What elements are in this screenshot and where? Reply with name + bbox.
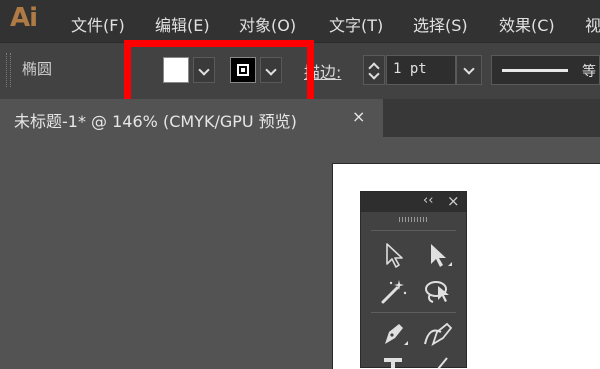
menu-effect[interactable]: 效果(C) (499, 12, 555, 36)
document-tab-bar: 未标题-1* @ 146% (CMYK/GPU 预览) × (0, 99, 600, 137)
selection-icon[interactable] (421, 240, 455, 272)
collapse-icon[interactable]: ‹‹ (423, 193, 433, 208)
current-tool-name: 椭圆 (22, 60, 53, 78)
lasso-icon[interactable] (421, 276, 455, 308)
line-segment-icon[interactable] (421, 354, 455, 368)
magic-wand-icon[interactable] (377, 276, 411, 308)
curvature-icon[interactable] (421, 318, 455, 350)
divider (371, 230, 456, 231)
stroke-weight-input[interactable]: 1 pt (386, 55, 456, 85)
stroke-weight-stepper[interactable] (363, 55, 385, 85)
stroke-profile-select[interactable]: 等 (491, 55, 600, 85)
stroke-profile-label: 等 (582, 64, 596, 80)
menu-file[interactable]: 文件(F) (71, 12, 125, 36)
stroke-profile-line-icon (502, 69, 568, 72)
document-tab-title: 未标题-1* @ 146% (CMYK/GPU 预览) (14, 112, 297, 131)
tools-panel-header[interactable]: ‹‹ × (361, 192, 466, 212)
pen-icon[interactable] (377, 318, 411, 350)
menu-select[interactable]: 选择(S) (413, 12, 468, 36)
close-icon[interactable]: × (447, 192, 460, 210)
menu-object[interactable]: 对象(O) (239, 12, 296, 36)
menu-edit[interactable]: 编辑(E) (155, 12, 210, 36)
direct-selection-icon[interactable] (377, 240, 411, 272)
canvas-area[interactable] (0, 137, 600, 369)
divider (371, 312, 456, 313)
close-icon[interactable]: × (352, 107, 365, 126)
menu-view[interactable]: 视 (585, 12, 600, 36)
panel-grip[interactable] (399, 217, 429, 222)
tools-panel: ‹‹ × (360, 191, 467, 368)
menu-type[interactable]: 文字(T) (329, 12, 383, 36)
control-bar-grip[interactable] (6, 53, 11, 87)
chevron-down-icon (463, 63, 475, 75)
menu-bar: Ai 文件(F) 编辑(E) 对象(O) 文字(T) 选择(S) 效果(C) 视 (0, 0, 600, 42)
document-tab[interactable]: 未标题-1* @ 146% (CMYK/GPU 预览) × (0, 99, 383, 137)
app-logo: Ai (10, 3, 38, 33)
type-icon[interactable] (377, 354, 411, 368)
stroke-weight-dropdown-button[interactable] (456, 55, 482, 85)
